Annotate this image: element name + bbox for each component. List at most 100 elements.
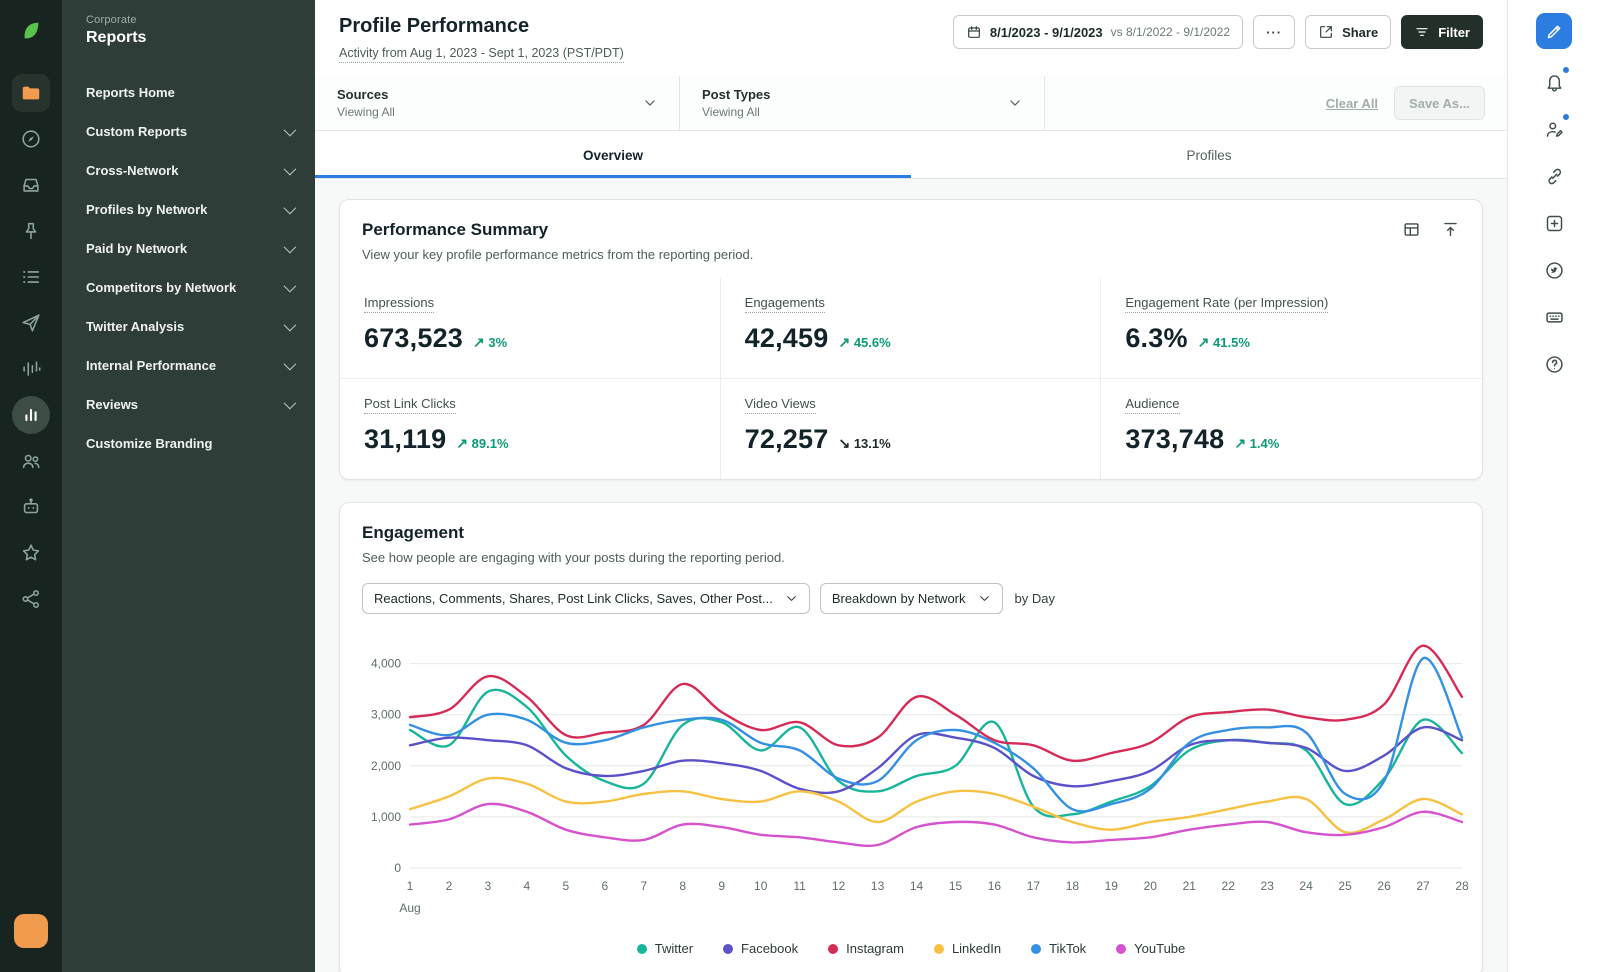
- header-actions: 8/1/2023 - 9/1/2023 vs 8/1/2022 - 9/1/20…: [952, 15, 1483, 49]
- sidebar-item-custom-reports[interactable]: Custom Reports: [86, 112, 315, 151]
- list-icon[interactable]: [12, 258, 50, 296]
- notification-dot: [1562, 66, 1570, 74]
- bell-icon[interactable]: [1535, 63, 1573, 101]
- more-options-button[interactable]: ···: [1253, 15, 1296, 49]
- add-square-icon[interactable]: [1535, 204, 1573, 242]
- page-header: Profile Performance Activity from Aug 1,…: [315, 0, 1507, 76]
- app-window: Corporate Reports Reports Home Custom Re…: [0, 0, 1600, 972]
- svg-text:24: 24: [1299, 879, 1313, 893]
- filter-button[interactable]: Filter: [1401, 15, 1483, 49]
- legend-label: Instagram: [846, 941, 904, 956]
- inbox-icon[interactable]: [12, 166, 50, 204]
- metric-post-link-clicks: Post Link Clicks 31,119 ↗ 89.1%: [340, 379, 721, 479]
- legend-item-youtube[interactable]: YouTube: [1116, 941, 1185, 956]
- sources-value: Viewing All: [337, 105, 395, 119]
- legend-item-tiktok[interactable]: TikTok: [1031, 941, 1086, 956]
- sidebar-eyebrow: Corporate: [86, 14, 137, 26]
- compose-icon[interactable]: [1536, 13, 1572, 49]
- svg-text:13: 13: [871, 879, 885, 893]
- sidebar-item-label: Customize Branding: [86, 436, 213, 451]
- tab-profiles[interactable]: Profiles: [911, 131, 1507, 178]
- post-types-dropdown[interactable]: Post Types Viewing All: [680, 76, 1045, 130]
- share-button[interactable]: Share: [1305, 15, 1392, 49]
- sidebar-item-customize-branding[interactable]: Customize Branding: [86, 424, 315, 463]
- reporting-period-text[interactable]: Activity from Aug 1, 2023 - Sept 1, 2023…: [339, 46, 624, 63]
- legend-dot: [1031, 943, 1042, 954]
- sidebar-item-label: Paid by Network: [86, 241, 188, 256]
- metric-video-views: Video Views 72,257 ↘ 13.1%: [721, 379, 1102, 479]
- network-icon[interactable]: [12, 580, 50, 618]
- performance-summary-title: Performance Summary: [362, 220, 549, 239]
- save-as-button[interactable]: Save As...: [1394, 86, 1485, 120]
- metric-label[interactable]: Impressions: [364, 295, 435, 313]
- keyboard-icon[interactable]: [1535, 298, 1573, 336]
- engagement-card: Engagement See how people are engaging w…: [339, 502, 1483, 972]
- legend-item-twitter[interactable]: Twitter: [636, 941, 693, 956]
- legend-label: LinkedIn: [951, 941, 1002, 956]
- notification-dot: [1562, 113, 1570, 121]
- clear-all-link[interactable]: Clear All: [1326, 96, 1378, 111]
- tab-overview[interactable]: Overview: [315, 131, 911, 178]
- chevron-down-icon: [979, 596, 989, 601]
- performance-summary-description: View your key profile performance metric…: [362, 247, 754, 262]
- breakdown-select[interactable]: Breakdown by Network: [819, 583, 1003, 614]
- metric-label[interactable]: Engagements: [744, 295, 825, 313]
- svg-text:15: 15: [949, 879, 963, 893]
- metric-value: 31,119: [364, 424, 447, 454]
- user-avatar[interactable]: [14, 914, 48, 948]
- user-edit-icon[interactable]: [1535, 110, 1573, 148]
- svg-text:5: 5: [563, 879, 570, 893]
- send-icon[interactable]: [12, 304, 50, 342]
- performance-summary-header: Performance Summary View your key profil…: [340, 200, 1482, 278]
- legend-dot: [723, 943, 734, 954]
- svg-text:4,000: 4,000: [371, 657, 401, 671]
- sidebar-item-competitors-by-network[interactable]: Competitors by Network: [86, 268, 315, 307]
- export-icon[interactable]: [1441, 220, 1460, 239]
- sources-dropdown[interactable]: Sources Viewing All: [315, 76, 680, 130]
- sidebar-item-label: Custom Reports: [86, 124, 188, 139]
- sprout-logo[interactable]: [12, 12, 50, 50]
- link-icon[interactable]: [1535, 157, 1573, 195]
- sidebar-item-reports-home[interactable]: Reports Home: [86, 73, 315, 112]
- metric-label[interactable]: Video Views: [744, 396, 816, 414]
- engagement-description: See how people are engaging with your po…: [362, 550, 785, 565]
- svg-text:20: 20: [1144, 879, 1158, 893]
- help-icon[interactable]: [1535, 345, 1573, 383]
- compass-icon[interactable]: [12, 120, 50, 158]
- sidebar-item-cross-network[interactable]: Cross-Network: [86, 151, 315, 190]
- metric-label[interactable]: Audience: [1125, 396, 1180, 414]
- sidebar-item-profiles-by-network[interactable]: Profiles by Network: [86, 190, 315, 229]
- metric-label[interactable]: Post Link Clicks: [364, 396, 456, 414]
- metric-trend: ↗ 1.4%: [1234, 435, 1280, 451]
- engagement-metric-select[interactable]: Reactions, Comments, Shares, Post Link C…: [362, 583, 810, 614]
- folder-icon[interactable]: [12, 74, 50, 112]
- chevron-down-icon: [283, 357, 297, 371]
- sidebar-item-label: Cross-Network: [86, 163, 179, 178]
- pin-icon[interactable]: [12, 212, 50, 250]
- date-range-button[interactable]: 8/1/2023 - 9/1/2023 vs 8/1/2022 - 9/1/20…: [952, 15, 1244, 49]
- bot-icon[interactable]: [12, 488, 50, 526]
- sidebar-item-reviews[interactable]: Reviews: [86, 385, 315, 424]
- star-icon[interactable]: [12, 534, 50, 572]
- sidebar-item-paid-by-network[interactable]: Paid by Network: [86, 229, 315, 268]
- legend-item-instagram[interactable]: Instagram: [828, 941, 904, 956]
- bar-chart-icon[interactable]: [12, 396, 50, 434]
- table-view-icon[interactable]: [1402, 220, 1421, 239]
- filter-icon: [1416, 28, 1428, 36]
- sidebar-item-twitter-analysis[interactable]: Twitter Analysis: [86, 307, 315, 346]
- svg-text:16: 16: [988, 879, 1002, 893]
- listening-icon[interactable]: [12, 350, 50, 388]
- svg-text:22: 22: [1222, 879, 1236, 893]
- metric-label[interactable]: Engagement Rate (per Impression): [1125, 295, 1329, 313]
- people-icon[interactable]: [12, 442, 50, 480]
- date-compare-value: vs 8/1/2022 - 9/1/2022: [1110, 25, 1231, 39]
- metric-value: 72,257: [744, 424, 829, 454]
- svg-text:1: 1: [407, 879, 414, 893]
- legend-item-facebook[interactable]: Facebook: [723, 941, 798, 956]
- legend-item-linkedin[interactable]: LinkedIn: [933, 941, 1002, 956]
- engagement-chart-wrap: 0 1,000 2,000 3,000 4,000 1 2 3 4 5 6 7 8 9 10 11 12 13 14…: [340, 618, 1482, 929]
- sidebar-item-internal-performance[interactable]: Internal Performance: [86, 346, 315, 385]
- metric-engagement-rate: Engagement Rate (per Impression) 6.3% ↗ …: [1101, 278, 1482, 379]
- bird-icon[interactable]: [1535, 251, 1573, 289]
- engagement-header: Engagement See how people are engaging w…: [340, 503, 1482, 581]
